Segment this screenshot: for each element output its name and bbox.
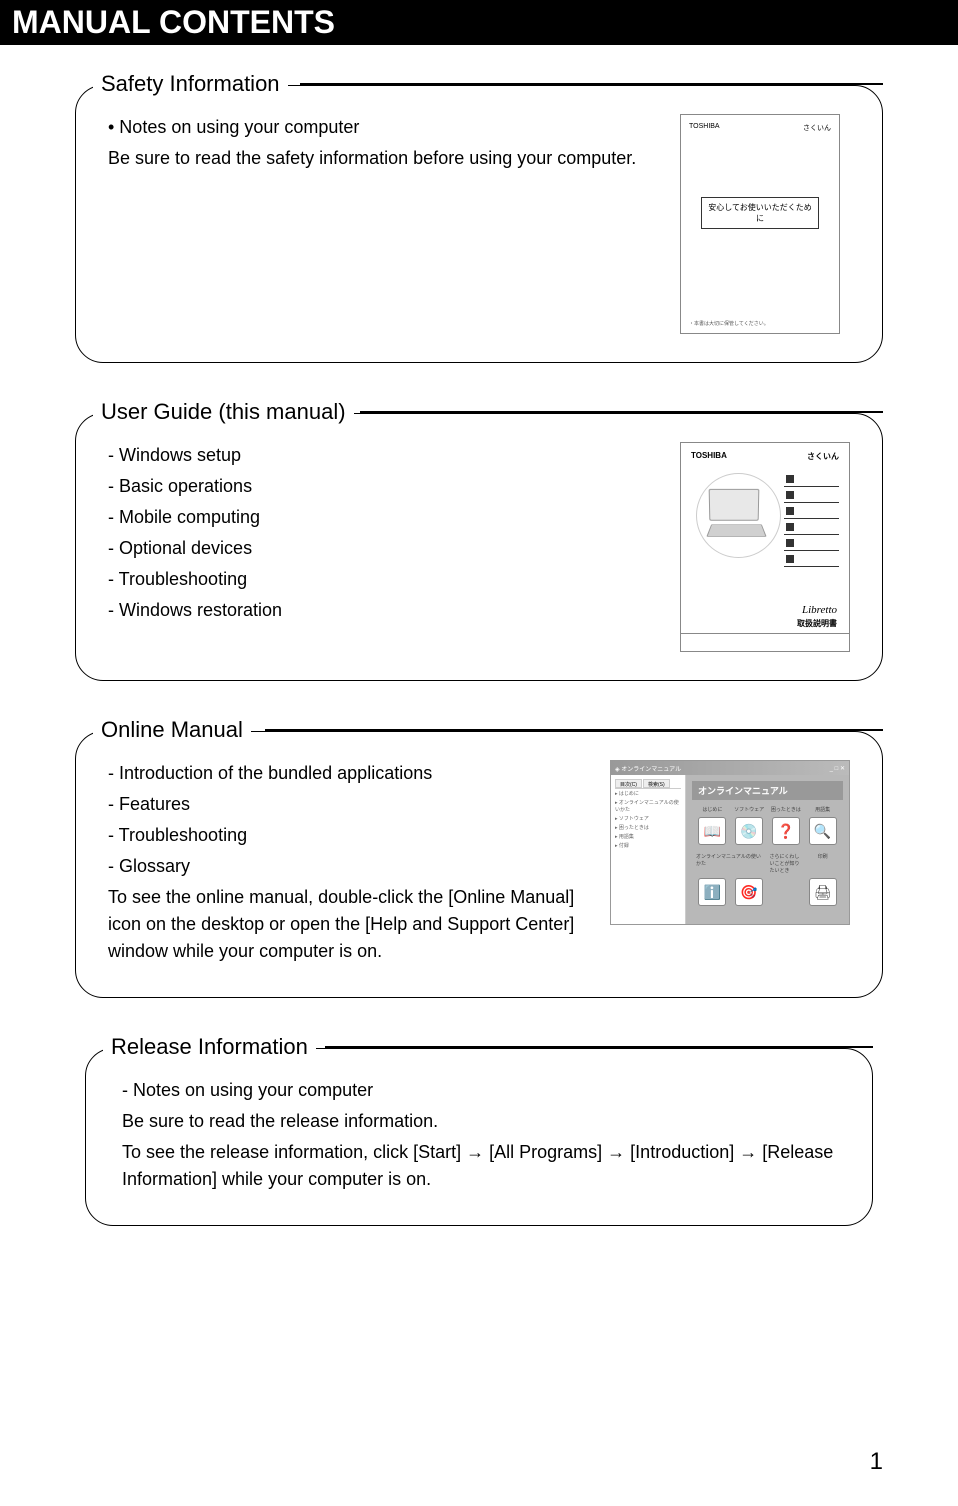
section-online-title: Online Manual [93,717,251,743]
online-bottom-label: オンラインマニュアルの使いかた [696,853,766,867]
online-text: - Introduction of the bundled applicatio… [108,760,610,969]
userguide-text: - Windows setup - Basic operations - Mob… [108,442,680,628]
divider [300,83,883,85]
tree-item: ▸ オンラインマニュアルの使いかた [615,798,681,814]
userguide-illustration: TOSHIBA さくいん [680,442,850,652]
section-release-title: Release Information [103,1034,316,1060]
online-bottom-label: 印刷 [818,853,828,860]
ug-index-label: さくいん [807,451,839,462]
list-item: - Windows setup [108,442,660,469]
online-sidebar: 目次(C) 検索(S) ▸ はじめに ▸ オンラインマニュアルの使いかた ▸ ソ… [611,775,686,924]
tree-item: ▸ はじめに [615,789,681,798]
online-main-panel: オンラインマニュアル はじめに ソフトウェア 困ったときは 用語集 [686,775,849,924]
laptop-icon [709,489,769,544]
safety-img-box-text: 安心してお使いいただくために [701,197,819,229]
list-item: - Troubleshooting [108,822,590,849]
online-bottom-label: さらにくわしいことが知りたいとき [770,853,803,874]
toc-line [784,551,839,567]
online-desc: To see the online manual, double-click t… [108,884,590,965]
sidebar-tab: 目次(C) [615,779,642,788]
toc-line [784,519,839,535]
tree-item: ▸ 付録 [615,841,681,850]
section-online: Online Manual - Introduction of the bund… [75,731,883,998]
online-tab-label: ソフトウェア [734,806,764,813]
toc-line [784,487,839,503]
ug-logo: Libretto [802,604,837,616]
safety-illustration: TOSHIBA さくいん 安心してお使いいただくために ・本書は大切に保管してく… [680,114,850,334]
toc-line [784,503,839,519]
divider [360,411,883,413]
section-safety-title: Safety Information [93,71,288,97]
disc-icon: 💿 [735,817,763,845]
list-item: - Mobile computing [108,504,660,531]
window-titlebar: ◈ オンラインマニュアル _ □ ✕ [611,761,849,775]
toc-line [784,471,839,487]
safety-desc: Be sure to read the safety information b… [108,145,660,172]
list-item: - Features [108,791,590,818]
list-item: - Optional devices [108,535,660,562]
tree-item: ▸ 困ったときは [615,823,681,832]
release-desc1: Be sure to read the release information. [122,1108,836,1135]
release-item: - Notes on using your computer [122,1077,836,1104]
online-main-title: オンラインマニュアル [692,781,843,800]
page-number: 1 [870,1448,883,1476]
section-safety: Safety Information • Notes on using your… [75,85,883,363]
info-icon: ℹ️ [698,878,726,906]
release-desc2: To see the release information, click [S… [122,1139,836,1193]
section-userguide-title: User Guide (this manual) [93,399,354,425]
help-icon: ❓ [772,817,800,845]
tree-item: ▸ 用語集 [615,832,681,841]
online-tab-label: 用語集 [815,806,830,813]
toc-line [784,535,839,551]
online-tab-label: はじめに [702,806,722,813]
list-item: - Basic operations [108,473,660,500]
ug-subtitle: 取扱説明書 [797,618,837,629]
sidebar-tab: 検索(S) [643,779,670,788]
online-tab-label: 困ったときは [771,806,801,813]
release-text: - Notes on using your computer Be sure t… [122,1077,836,1193]
search-icon: 🔍 [809,817,837,845]
section-userguide: User Guide (this manual) - Windows setup… [75,413,883,681]
safety-bullet: • Notes on using your computer [108,114,660,141]
list-item: - Glossary [108,853,590,880]
safety-img-brand-left: TOSHIBA [689,123,720,133]
window-title-icon: ◈ オンラインマニュアル [615,764,681,773]
safety-img-brand-right: さくいん [803,123,831,133]
online-illustration: ◈ オンラインマニュアル _ □ ✕ 目次(C) 検索(S) ▸ はじめに ▸ … [610,760,850,925]
page-header: MANUAL CONTENTS [0,0,958,45]
divider [325,1046,873,1048]
tree-item: ▸ ソフトウェア [615,814,681,823]
book-icon: 📖 [698,817,726,845]
list-item: - Troubleshooting [108,566,660,593]
safety-text: • Notes on using your computer Be sure t… [108,114,680,176]
safety-img-footer: ・本書は大切に保管してください。 [689,320,769,327]
print-icon: 🖨 [809,878,837,906]
section-release: Release Information - Notes on using you… [85,1048,873,1226]
window-controls-icon: _ □ ✕ [830,765,845,772]
divider [265,729,883,731]
target-icon: 🎯 [735,878,763,906]
ug-brand: TOSHIBA [691,451,727,462]
list-item: - Windows restoration [108,597,660,624]
list-item: - Introduction of the bundled applicatio… [108,760,590,787]
